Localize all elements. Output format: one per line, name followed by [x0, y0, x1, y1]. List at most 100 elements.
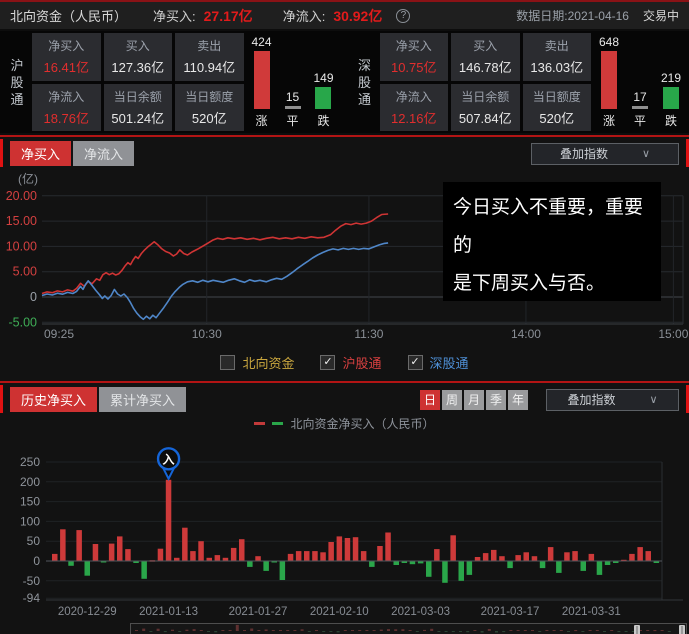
checkbox-checked-icon[interactable]: ✓ [320, 354, 336, 370]
chevron-down-icon: ∨ [649, 394, 658, 406]
header-bar: 北向资金（人民币） 净买入: 27.17亿 净流入: 30.92亿 ? 数据日期… [0, 2, 689, 29]
svg-text:0: 0 [33, 554, 40, 568]
page-title: 北向资金（人民币） [10, 9, 128, 24]
intraday-tabrow: 净买入 净流入 叠加指数 ∨ [10, 141, 679, 166]
tab-history-net-buy[interactable]: 历史净买入 [10, 387, 98, 412]
decliners-column: 219 跌 [660, 71, 681, 128]
section-accent [0, 385, 3, 413]
chevron-down-icon: ∨ [641, 148, 651, 160]
checkbox-northbound[interactable]: 北向资金 [220, 353, 294, 372]
overlay-index-select[interactable]: 叠加指数 ∨ [546, 388, 679, 411]
stat-cell: 净买入 16.41亿 [32, 33, 101, 81]
svg-text:10.00: 10.00 [6, 239, 37, 253]
svg-text:50: 50 [27, 534, 41, 548]
panel-shanghai-label: 沪 股 通 [10, 57, 24, 107]
svg-text:100: 100 [20, 514, 40, 528]
period-week-button[interactable]: 周 [442, 389, 462, 410]
panel-shenzhen-label: 深 股 通 [357, 57, 371, 107]
unchanged-column: 17 平 [632, 90, 648, 128]
range-navigator[interactable] [130, 623, 687, 634]
svg-text:2021-01-27: 2021-01-27 [229, 606, 288, 618]
svg-text:09:25: 09:25 [44, 327, 74, 341]
market-status: 交易中 [642, 9, 679, 23]
panel-shanghai-connect: 沪 股 通 净买入 16.41亿 买入 127.36亿 卖出 110.94亿 净流入 1… [0, 31, 342, 133]
panel-shanghai-cells: 净买入 16.41亿 买入 127.36亿 卖出 110.94亿 净流入 18.76亿 … [32, 33, 244, 131]
stat-cell: 买入 146.78亿 [451, 33, 520, 81]
stat-cell: 当日余额 501.24亿 [103, 83, 172, 131]
legend-label: 北向资金净买入（人民币） [290, 416, 435, 431]
overlay-index-label: 叠加指数 [559, 147, 608, 161]
navigator-minichart[interactable] [131, 624, 686, 634]
svg-text:2021-02-10: 2021-02-10 [310, 606, 369, 618]
svg-text:2020-12-29: 2020-12-29 [58, 606, 117, 618]
history-legend: 北向资金净买入（人民币） [0, 415, 689, 431]
tab-net-buy[interactable]: 净买入 [10, 141, 72, 166]
checkbox-unchecked-icon[interactable] [220, 354, 236, 370]
decliners-bar [315, 87, 332, 109]
decliners-bar [662, 87, 679, 109]
net-inflow-label: 净流入: [282, 9, 326, 24]
history-section: 历史净买入 累计净买入 日 周 月 季 年 叠加指数 ∨ 北向资金净买入（人民币… [0, 381, 689, 634]
section-accent [0, 139, 3, 167]
checkbox-label: 北向资金 [242, 355, 295, 371]
svg-text:2021-03-17: 2021-03-17 [481, 606, 540, 618]
tab-net-inflow[interactable]: 净流入 [73, 141, 135, 166]
intraday-section: 净买入 净流入 叠加指数 ∨ (亿) 20.00 15.00 10.00 5.00 0 -5… [0, 135, 689, 381]
svg-text:14:00: 14:00 [511, 327, 541, 341]
history-tabrow: 历史净买入 累计净买入 日 周 月 季 年 叠加指数 ∨ [10, 387, 679, 412]
advance-decline-bars: 648 涨 17 平 219 跌 [591, 33, 687, 131]
connect-stats-row: 沪 股 通 净买入 16.41亿 买入 127.36亿 卖出 110.94亿 净流入 1… [0, 31, 689, 133]
net-buy-label: 净买入: [153, 9, 196, 24]
checkbox-shanghai-connect[interactable]: ✓ 沪股通 [320, 353, 382, 372]
checkbox-label: 沪股通 [342, 355, 382, 371]
svg-text:-50: -50 [23, 574, 41, 588]
stat-cell: 净流入 12.16亿 [379, 83, 448, 131]
period-day-button[interactable]: 日 [420, 389, 440, 410]
decliners-column: 149 跌 [313, 71, 334, 128]
period-quarter-button[interactable]: 季 [486, 389, 506, 410]
data-date: 数据日期:2021-04-16 [516, 9, 629, 23]
northbound-capital-app: 北向资金（人民币） 净买入: 27.17亿 净流入: 30.92亿 ? 数据日期… [0, 0, 689, 634]
annotation-overlay: 今日买入不重要，重要的 是下周买入与否。 [443, 182, 661, 301]
stat-cell: 当日额度 520亿 [175, 83, 244, 131]
legend-red-dash-icon [254, 421, 266, 425]
svg-text:-5.00: -5.00 [9, 315, 38, 329]
overlay-index-select[interactable]: 叠加指数 ∨ [531, 142, 679, 165]
stat-cell: 当日额度 520亿 [522, 83, 591, 131]
help-icon[interactable]: ? [396, 8, 411, 23]
legend-green-dash-icon [272, 421, 284, 425]
advance-decline-bars: 424 涨 15 平 149 跌 [244, 33, 340, 131]
svg-text:15:00: 15:00 [658, 327, 688, 341]
stat-cell: 卖出 136.03亿 [522, 33, 591, 81]
svg-text:10:30: 10:30 [192, 327, 222, 341]
unchanged-column: 15 平 [284, 90, 301, 128]
svg-text:0: 0 [30, 290, 37, 304]
annotation-line1: 今日买入不重要，重要的 [453, 197, 644, 256]
svg-text:150: 150 [20, 495, 40, 509]
svg-text:200: 200 [20, 475, 40, 489]
svg-text:2021-03-03: 2021-03-03 [391, 606, 450, 618]
stat-cell: 当日余额 507.84亿 [451, 83, 520, 131]
advancers-bar [253, 51, 270, 109]
unchanged-bar [284, 106, 301, 109]
checkbox-label: 深股通 [429, 355, 469, 371]
svg-text:5.00: 5.00 [13, 265, 37, 279]
advancers-column: 648 涨 [599, 35, 620, 128]
period-month-button[interactable]: 月 [464, 389, 484, 410]
tab-cumulative-net-buy[interactable]: 累计净买入 [99, 387, 187, 412]
period-buttons: 日 周 月 季 年 [420, 389, 528, 410]
checkbox-shenzhen-connect[interactable]: ✓ 深股通 [407, 353, 469, 372]
svg-text:20.00: 20.00 [6, 189, 37, 203]
advancers-bar [601, 51, 618, 109]
stat-cell: 净流入 18.76亿 [32, 83, 101, 131]
advancers-column: 424 涨 [251, 35, 272, 128]
checkbox-checked-icon[interactable]: ✓ [407, 354, 423, 370]
panel-shenzhen-cells: 净买入 10.75亿 买入 146.78亿 卖出 136.03亿 净流入 12.16亿 … [379, 33, 591, 131]
stat-cell: 净买入 10.75亿 [379, 33, 448, 81]
period-year-button[interactable]: 年 [508, 389, 528, 410]
net-buy-value: 27.17亿 [203, 7, 253, 24]
svg-text:11:30: 11:30 [354, 327, 383, 341]
svg-text:(亿): (亿) [18, 171, 38, 186]
svg-text:-94: -94 [23, 591, 41, 605]
chart-marker-flag[interactable]: 入 [163, 452, 175, 466]
